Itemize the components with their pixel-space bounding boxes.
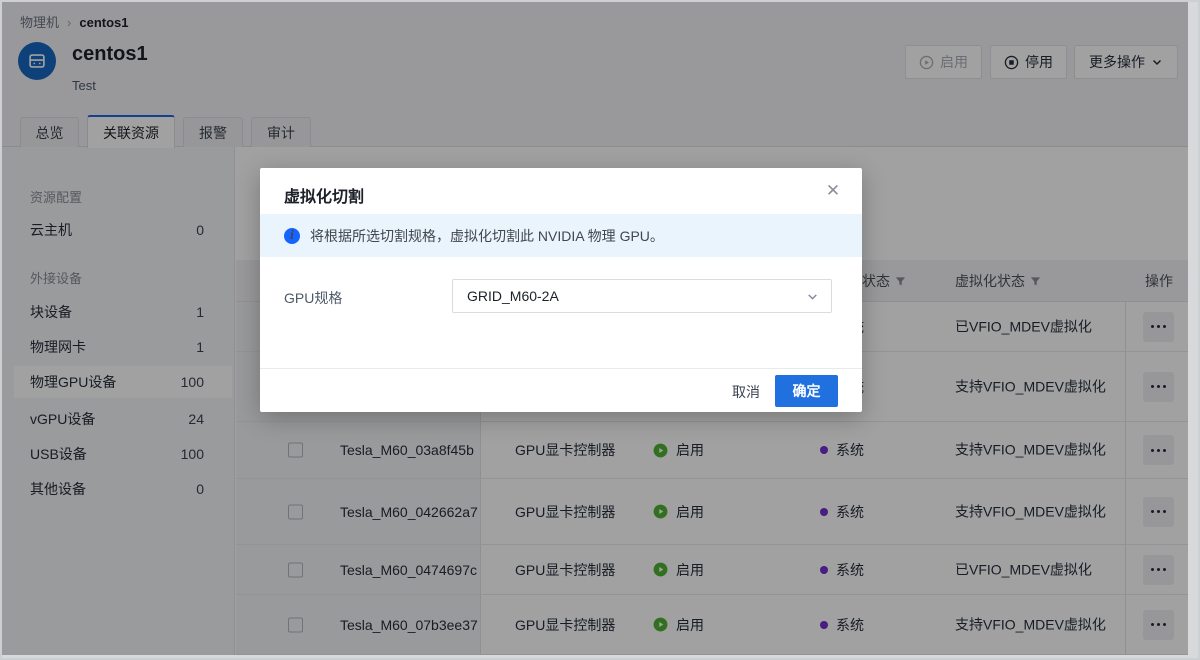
virtualization-split-dialog: 虚拟化切割 ✕ i 将根据所选切割规格，虚拟化切割此 NVIDIA 物理 GPU…: [260, 168, 862, 412]
gpu-spec-select[interactable]: GRID_M60-2A: [452, 279, 832, 313]
dialog-footer: 取消 确定: [260, 368, 862, 412]
gpu-spec-selected-value: GRID_M60-2A: [467, 288, 559, 304]
confirm-button[interactable]: 确定: [775, 375, 838, 407]
close-icon[interactable]: ✕: [822, 180, 844, 202]
scrollbar-track-vertical[interactable]: [1188, 0, 1200, 660]
scrollbar-track-horizontal[interactable]: [0, 655, 1188, 660]
info-icon: i: [284, 228, 300, 244]
gpu-spec-label: GPU规格: [284, 288, 342, 308]
cancel-button[interactable]: 取消: [732, 378, 760, 406]
info-banner: i 将根据所选切割规格，虚拟化切割此 NVIDIA 物理 GPU。: [260, 214, 862, 257]
info-banner-text: 将根据所选切割规格，虚拟化切割此 NVIDIA 物理 GPU。: [310, 226, 664, 246]
dialog-title: 虚拟化切割: [284, 183, 364, 207]
chevron-down-icon: [806, 290, 819, 303]
app-window: 物理机›centos1 centos1 Test 启用 停用: [0, 0, 1200, 660]
